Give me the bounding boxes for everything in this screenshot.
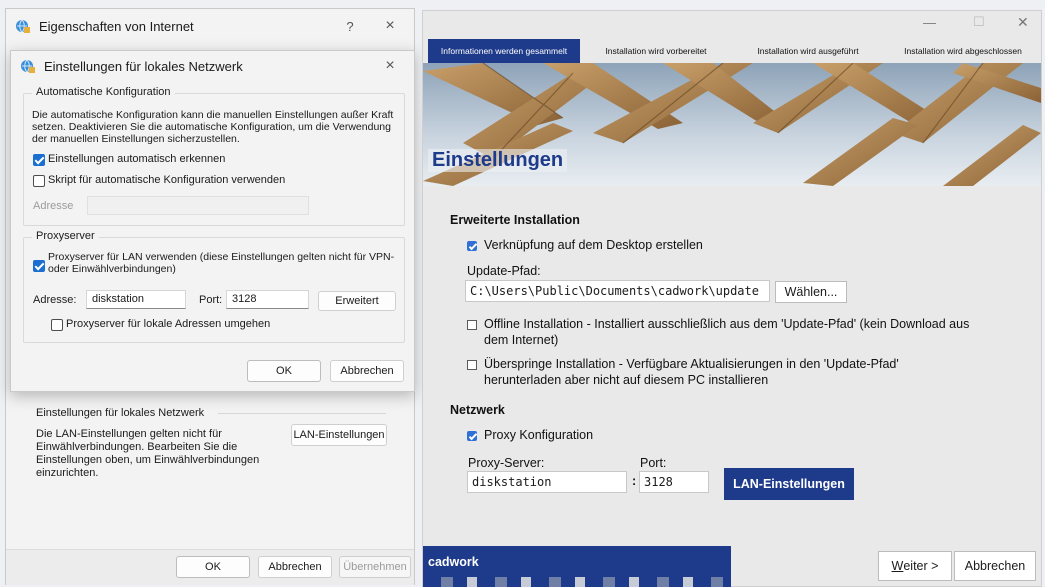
lan-close-button[interactable]: × (370, 51, 410, 81)
auto-config-label: Automatische Konfiguration (32, 86, 175, 98)
lan-section-text: Die LAN-Einstellungen gelten nicht für E… (36, 428, 260, 479)
internet-options-icon (16, 19, 30, 33)
proxy-config-label: Proxy Konfiguration (484, 428, 594, 442)
next-button[interactable]: Weiter > (878, 551, 952, 581)
skip-install-checkbox[interactable] (467, 360, 477, 370)
help-button[interactable]: ? (330, 9, 370, 43)
script-address-input[interactable] (87, 196, 309, 215)
auto-config-description: Die automatische Konfiguration kann die … (32, 109, 394, 145)
close-button[interactable]: ✕ (1017, 14, 1029, 31)
proxy-server-label: Proxyserver (32, 230, 99, 242)
auto-detect-label: Einstellungen automatisch erkennen (48, 153, 226, 165)
maximize-button[interactable]: ☐ (973, 14, 985, 30)
ie-cancel-button[interactable]: Abbrechen (258, 556, 332, 578)
update-path-label: Update-Pfad: (467, 264, 541, 278)
proxy-port-label: Port: (199, 294, 223, 306)
tab-collecting-info: Informationen werden gesammelt (428, 39, 580, 63)
proxy-config-checkbox[interactable] (467, 431, 477, 441)
tab-preparing: Installation wird vorbereitet (605, 46, 707, 56)
tab-installing: Installation wird ausgeführt (757, 46, 859, 56)
ie-apply-button[interactable]: Übernehmen (339, 556, 411, 578)
network-heading: Netzwerk (450, 403, 505, 417)
lan-section-divider (218, 413, 386, 414)
lan-titlebar: Einstellungen für lokales Netzwerk × (11, 51, 414, 81)
offline-install-label: Offline Installation - Installiert aussc… (484, 317, 970, 347)
ie-title: Eigenschaften von Internet (39, 18, 194, 34)
bypass-local-label: Proxyserver für lokale Adressen umgehen (66, 318, 271, 330)
advanced-button[interactable]: Erweitert (318, 291, 396, 311)
update-path-input[interactable]: C:\Users\Public\Documents\cadwork\update (465, 280, 770, 302)
internet-options-icon (21, 59, 35, 73)
auto-detect-checkbox[interactable] (33, 154, 45, 166)
port-label: Port: (640, 456, 667, 470)
brand-logo: cadwork (428, 555, 479, 569)
script-address-label: Adresse (33, 200, 74, 212)
lan-cancel-button[interactable]: Abbrechen (330, 360, 404, 382)
proxy-port-input[interactable]: 3128 (226, 290, 309, 309)
auto-script-label: Skript für automatische Konfiguration ve… (48, 174, 286, 186)
ie-titlebar: Eigenschaften von Internet ? × (6, 9, 414, 43)
banner-title: Einstellungen (428, 149, 568, 172)
advanced-installation-heading: Erweiterte Installation (450, 213, 580, 227)
offline-install-checkbox[interactable] (467, 320, 477, 330)
ie-ok-button[interactable]: OK (176, 556, 250, 578)
lan-ok-button[interactable]: OK (247, 360, 321, 382)
cadwork-installer-window: — ☐ ✕ Informationen werden gesammelt Ins… (422, 10, 1042, 587)
proxy-server-input[interactable]: diskstation (467, 471, 627, 493)
lan-section-label: Einstellungen für lokales Netzwerk (36, 407, 205, 419)
ie-close-button[interactable]: × (370, 9, 410, 43)
minimize-button[interactable]: — (923, 15, 936, 30)
port-input[interactable]: 3128 (639, 471, 709, 493)
brand-stripe (423, 577, 731, 587)
lan-settings-button[interactable]: LAN-Einstellungen (724, 468, 854, 500)
tab-finishing: Installation wird abgeschlossen (904, 46, 1022, 56)
lan-settings-dialog: Einstellungen für lokales Netzwerk × Aut… (10, 50, 415, 392)
desktop-shortcut-label: Verknüpfung auf dem Desktop erstellen (484, 238, 703, 252)
proxy-use-label: Proxyserver für LAN verwenden (diese Ein… (48, 251, 395, 275)
skip-install-label: Überspringe Installation - Verfügbare Ak… (484, 357, 899, 387)
proxy-address-input[interactable]: diskstation (86, 290, 186, 309)
lan-title: Einstellungen für lokales Netzwerk (44, 58, 243, 74)
choose-button[interactable]: Wählen... (775, 281, 847, 303)
ie-lan-settings-button[interactable]: LAN-Einstellungen (291, 424, 387, 446)
proxy-address-label: Adresse: (33, 294, 77, 306)
port-separator: : (632, 474, 637, 488)
brand-bar: cadwork (423, 546, 731, 587)
cancel-button[interactable]: Abbrechen (954, 551, 1036, 581)
desktop-shortcut-checkbox[interactable] (467, 241, 477, 251)
bypass-local-checkbox[interactable] (51, 319, 63, 331)
auto-script-checkbox[interactable] (33, 175, 45, 187)
proxy-server-label: Proxy-Server: (468, 456, 545, 470)
proxy-use-checkbox[interactable] (33, 260, 45, 272)
